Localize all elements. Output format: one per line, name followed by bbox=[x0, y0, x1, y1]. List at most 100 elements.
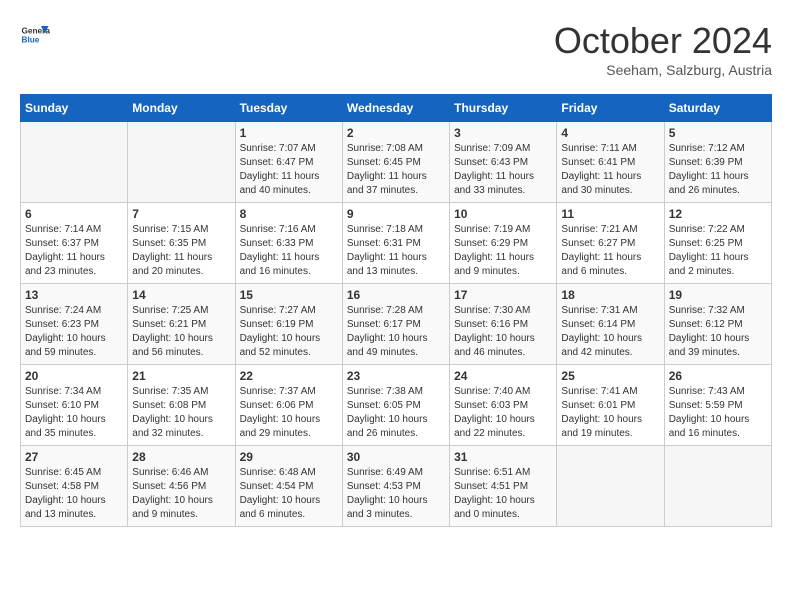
calendar-cell: 22Sunrise: 7:37 AM Sunset: 6:06 PM Dayli… bbox=[235, 365, 342, 446]
day-number: 10 bbox=[454, 207, 552, 221]
calendar-cell: 26 Sunrise: 7:43 AM Sunset: 5:59 PM Dayli… bbox=[664, 365, 771, 446]
day-number: 14 bbox=[132, 288, 230, 302]
day-number: 29 bbox=[240, 450, 338, 464]
calendar-cell: 25 Sunrise: 7:41 AM Sunset: 6:01 PM Dayli… bbox=[557, 365, 664, 446]
day-info: Sunrise: 6:49 AM Sunset: 4:53 PM Dayligh… bbox=[347, 466, 445, 522]
day-number: 7 bbox=[132, 207, 230, 221]
calendar-cell bbox=[21, 122, 128, 203]
calendar-cell bbox=[128, 122, 235, 203]
calendar-header: SundayMondayTuesdayWednesdayThursdayFrid… bbox=[21, 95, 772, 122]
day-info: Sunrise: 7:14 AM Sunset: 6:37 PM Dayligh… bbox=[25, 223, 123, 279]
day-info: Sunrise: 7:21 AM Sunset: 6:27 PM Dayligh… bbox=[561, 223, 659, 279]
weekday-header-wednesday: Wednesday bbox=[342, 95, 449, 122]
day-info: Sunrise: 7:30 AM Sunset: 6:16 PM Dayligh… bbox=[454, 304, 552, 360]
calendar-cell: 16 Sunrise: 7:28 AM Sunset: 6:17 PM Dayli… bbox=[342, 284, 449, 365]
weekday-header-saturday: Saturday bbox=[664, 95, 771, 122]
day-info: Sunrise: 7:31 AM Sunset: 6:14 PM Dayligh… bbox=[561, 304, 659, 360]
location-subtitle: Seeham, Salzburg, Austria bbox=[554, 62, 772, 78]
day-info: Sunrise: 7:34 AM Sunset: 6:10 PM Dayligh… bbox=[25, 385, 123, 441]
calendar-week-1: 1 Sunrise: 7:07 AM Sunset: 6:47 PM Daylig… bbox=[21, 122, 772, 203]
weekday-header-sunday: Sunday bbox=[21, 95, 128, 122]
day-number: 4 bbox=[561, 126, 659, 140]
calendar-cell: 10 Sunrise: 7:19 AM Sunset: 6:29 PM Dayli… bbox=[450, 203, 557, 284]
day-number: 24 bbox=[454, 369, 552, 383]
day-info: Sunrise: 7:28 AM Sunset: 6:17 PM Dayligh… bbox=[347, 304, 445, 360]
svg-text:Blue: Blue bbox=[22, 36, 40, 45]
day-info: Sunrise: 7:08 AM Sunset: 6:45 PM Dayligh… bbox=[347, 142, 445, 198]
day-number: 13 bbox=[25, 288, 123, 302]
calendar-week-3: 13 Sunrise: 7:24 AM Sunset: 6:23 PM Dayli… bbox=[21, 284, 772, 365]
day-info: Sunrise: 7:40 AM Sunset: 6:03 PM Dayligh… bbox=[454, 385, 552, 441]
day-info: Sunrise: 7:16 AM Sunset: 6:33 PM Dayligh… bbox=[240, 223, 338, 279]
day-number: 27 bbox=[25, 450, 123, 464]
calendar-cell: 23Sunrise: 7:38 AM Sunset: 6:05 PM Dayli… bbox=[342, 365, 449, 446]
day-number: 9 bbox=[347, 207, 445, 221]
day-info: Sunrise: 7:12 AM Sunset: 6:39 PM Dayligh… bbox=[669, 142, 767, 198]
month-title: October 2024 bbox=[554, 20, 772, 62]
day-info: Sunrise: 7:41 AM Sunset: 6:01 PM Dayligh… bbox=[561, 385, 659, 441]
day-info: Sunrise: 6:46 AM Sunset: 4:56 PM Dayligh… bbox=[132, 466, 230, 522]
calendar-cell: 14 Sunrise: 7:25 AM Sunset: 6:21 PM Dayli… bbox=[128, 284, 235, 365]
calendar-cell: 29 Sunrise: 6:48 AM Sunset: 4:54 PM Dayli… bbox=[235, 446, 342, 527]
calendar-cell: 31Sunrise: 6:51 AM Sunset: 4:51 PM Dayli… bbox=[450, 446, 557, 527]
day-number: 8 bbox=[240, 207, 338, 221]
calendar-cell: 8 Sunrise: 7:16 AM Sunset: 6:33 PM Daylig… bbox=[235, 203, 342, 284]
day-info: Sunrise: 7:11 AM Sunset: 6:41 PM Dayligh… bbox=[561, 142, 659, 198]
day-info: Sunrise: 7:37 AM Sunset: 6:06 PM Dayligh… bbox=[240, 385, 338, 441]
day-info: Sunrise: 7:09 AM Sunset: 6:43 PM Dayligh… bbox=[454, 142, 552, 198]
day-number: 26 bbox=[669, 369, 767, 383]
weekday-header-friday: Friday bbox=[557, 95, 664, 122]
calendar-cell: 15 Sunrise: 7:27 AM Sunset: 6:19 PM Dayli… bbox=[235, 284, 342, 365]
day-info: Sunrise: 7:27 AM Sunset: 6:19 PM Dayligh… bbox=[240, 304, 338, 360]
logo-icon: General Blue bbox=[20, 20, 50, 50]
calendar-cell: 17Sunrise: 7:30 AM Sunset: 6:16 PM Dayli… bbox=[450, 284, 557, 365]
day-number: 18 bbox=[561, 288, 659, 302]
day-number: 5 bbox=[669, 126, 767, 140]
calendar-cell: 27Sunrise: 6:45 AM Sunset: 4:58 PM Dayli… bbox=[21, 446, 128, 527]
day-info: Sunrise: 7:18 AM Sunset: 6:31 PM Dayligh… bbox=[347, 223, 445, 279]
day-info: Sunrise: 7:38 AM Sunset: 6:05 PM Dayligh… bbox=[347, 385, 445, 441]
day-number: 19 bbox=[669, 288, 767, 302]
page-header: General Blue October 2024 Seeham, Salzbu… bbox=[20, 20, 772, 78]
day-number: 20 bbox=[25, 369, 123, 383]
calendar-week-5: 27Sunrise: 6:45 AM Sunset: 4:58 PM Dayli… bbox=[21, 446, 772, 527]
calendar-cell: 5 Sunrise: 7:12 AM Sunset: 6:39 PM Daylig… bbox=[664, 122, 771, 203]
calendar-cell: 7 Sunrise: 7:15 AM Sunset: 6:35 PM Daylig… bbox=[128, 203, 235, 284]
day-number: 12 bbox=[669, 207, 767, 221]
day-info: Sunrise: 7:22 AM Sunset: 6:25 PM Dayligh… bbox=[669, 223, 767, 279]
day-info: Sunrise: 7:32 AM Sunset: 6:12 PM Dayligh… bbox=[669, 304, 767, 360]
calendar-cell: 6Sunrise: 7:14 AM Sunset: 6:37 PM Daylig… bbox=[21, 203, 128, 284]
weekday-header-monday: Monday bbox=[128, 95, 235, 122]
day-info: Sunrise: 7:07 AM Sunset: 6:47 PM Dayligh… bbox=[240, 142, 338, 198]
calendar-cell: 24 Sunrise: 7:40 AM Sunset: 6:03 PM Dayli… bbox=[450, 365, 557, 446]
calendar-cell: 20 Sunrise: 7:34 AM Sunset: 6:10 PM Dayli… bbox=[21, 365, 128, 446]
calendar-cell bbox=[557, 446, 664, 527]
day-number: 3 bbox=[454, 126, 552, 140]
weekday-row: SundayMondayTuesdayWednesdayThursdayFrid… bbox=[21, 95, 772, 122]
day-info: Sunrise: 6:48 AM Sunset: 4:54 PM Dayligh… bbox=[240, 466, 338, 522]
calendar-week-4: 20 Sunrise: 7:34 AM Sunset: 6:10 PM Dayli… bbox=[21, 365, 772, 446]
day-info: Sunrise: 7:19 AM Sunset: 6:29 PM Dayligh… bbox=[454, 223, 552, 279]
day-number: 16 bbox=[347, 288, 445, 302]
calendar-cell: 18 Sunrise: 7:31 AM Sunset: 6:14 PM Dayli… bbox=[557, 284, 664, 365]
calendar-week-2: 6Sunrise: 7:14 AM Sunset: 6:37 PM Daylig… bbox=[21, 203, 772, 284]
title-block: October 2024 Seeham, Salzburg, Austria bbox=[554, 20, 772, 78]
calendar-cell: 4 Sunrise: 7:11 AM Sunset: 6:41 PM Daylig… bbox=[557, 122, 664, 203]
day-number: 2 bbox=[347, 126, 445, 140]
day-info: Sunrise: 7:15 AM Sunset: 6:35 PM Dayligh… bbox=[132, 223, 230, 279]
day-number: 1 bbox=[240, 126, 338, 140]
day-info: Sunrise: 7:24 AM Sunset: 6:23 PM Dayligh… bbox=[25, 304, 123, 360]
calendar-cell: 11Sunrise: 7:21 AM Sunset: 6:27 PM Dayli… bbox=[557, 203, 664, 284]
day-number: 28 bbox=[132, 450, 230, 464]
calendar-cell: 3 Sunrise: 7:09 AM Sunset: 6:43 PM Daylig… bbox=[450, 122, 557, 203]
day-number: 15 bbox=[240, 288, 338, 302]
day-number: 25 bbox=[561, 369, 659, 383]
calendar-cell bbox=[664, 446, 771, 527]
calendar-body: 1 Sunrise: 7:07 AM Sunset: 6:47 PM Daylig… bbox=[21, 122, 772, 527]
calendar-table: SundayMondayTuesdayWednesdayThursdayFrid… bbox=[20, 94, 772, 527]
day-info: Sunrise: 7:25 AM Sunset: 6:21 PM Dayligh… bbox=[132, 304, 230, 360]
day-number: 31 bbox=[454, 450, 552, 464]
calendar-cell: 30Sunrise: 6:49 AM Sunset: 4:53 PM Dayli… bbox=[342, 446, 449, 527]
day-info: Sunrise: 7:43 AM Sunset: 5:59 PM Dayligh… bbox=[669, 385, 767, 441]
weekday-header-thursday: Thursday bbox=[450, 95, 557, 122]
